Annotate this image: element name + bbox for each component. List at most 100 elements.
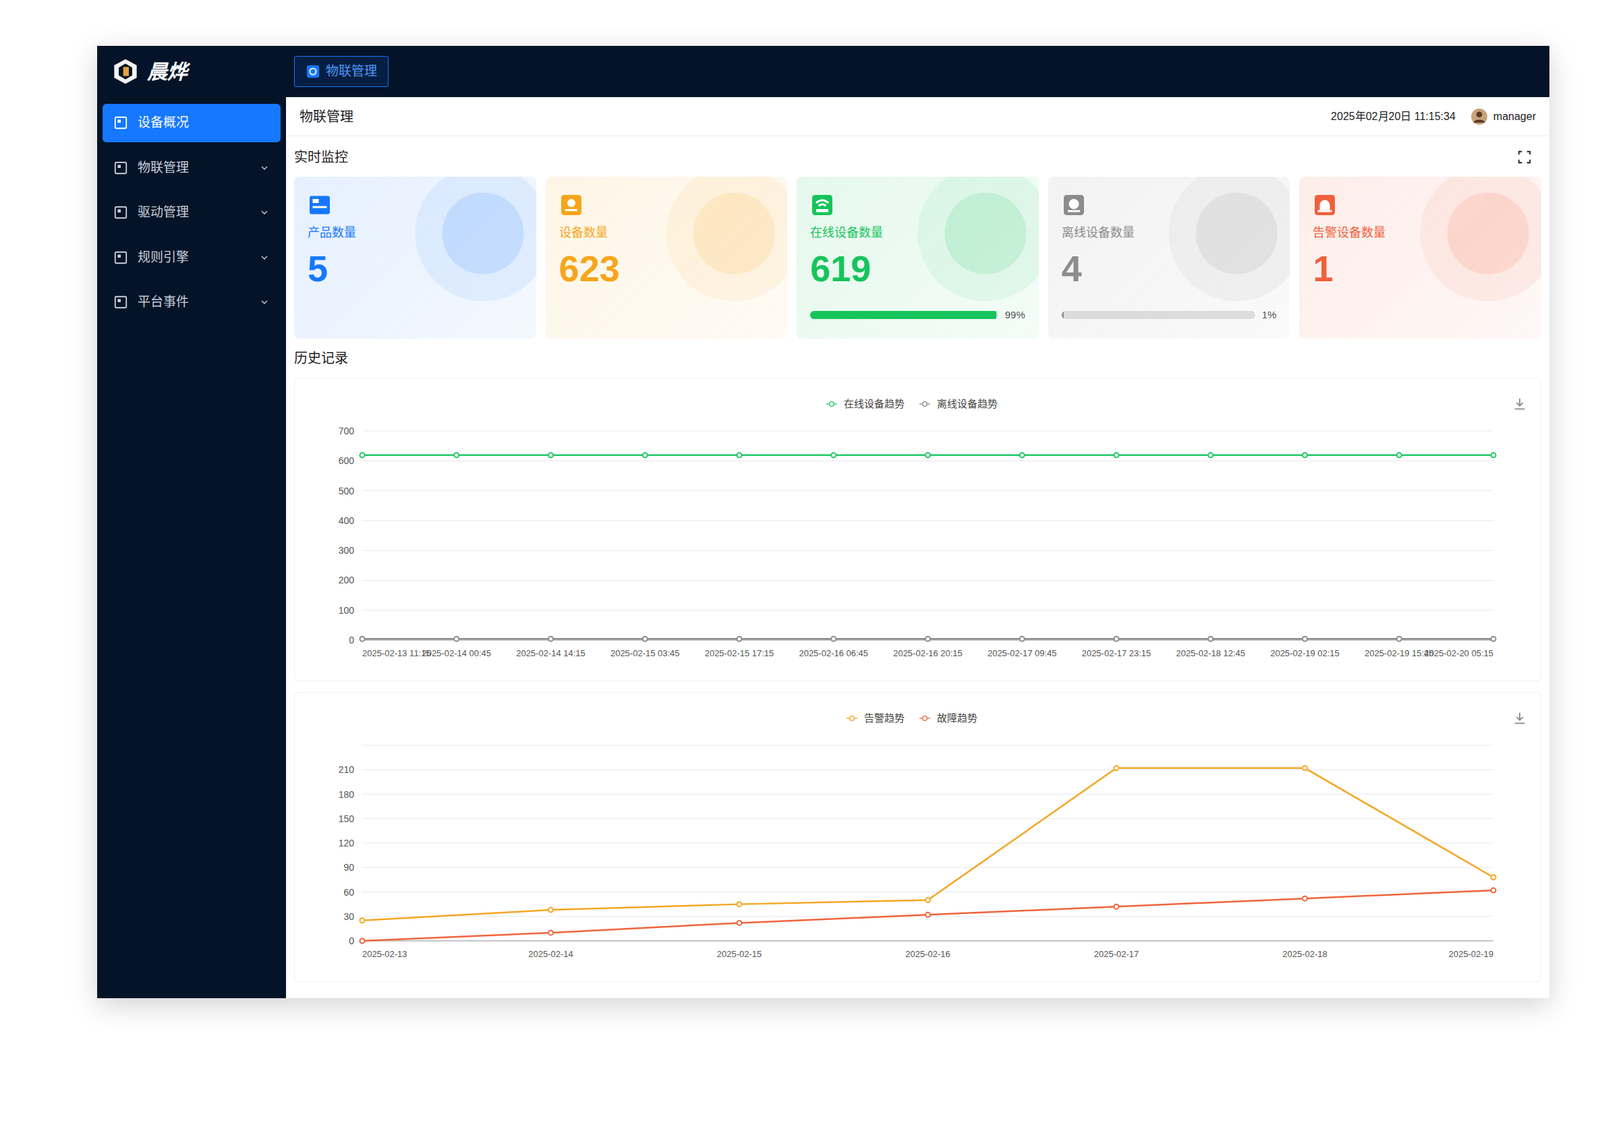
download-icon[interactable] (1512, 396, 1528, 412)
x-tick: 2025-02-15 17:15 (704, 648, 775, 659)
top-bar: 晨烨 物联管理 (97, 45, 1550, 98)
data-point[interactable] (1114, 904, 1120, 910)
stat-label: 产品数量 (307, 223, 523, 243)
data-point[interactable] (453, 452, 459, 458)
sidebar-label[interactable]: 平台事件 (137, 292, 250, 313)
legend-marker-icon (916, 398, 933, 410)
data-point[interactable] (1302, 896, 1308, 902)
data-point[interactable] (831, 452, 836, 458)
data-point[interactable] (548, 907, 554, 913)
legend-item[interactable]: 告警趋势 (843, 710, 905, 727)
legend-label[interactable]: 离线设备趋势 (936, 396, 998, 413)
data-point[interactable] (1302, 452, 1308, 458)
data-point[interactable] (1396, 452, 1402, 458)
y-tick: 100 (338, 605, 355, 616)
data-point[interactable] (737, 920, 742, 926)
y-tick: 30 (343, 911, 355, 923)
y-tick: 300 (338, 545, 355, 556)
x-tick: 2025-02-16 (905, 949, 951, 960)
sidebar-item[interactable]: 设备概况 (102, 103, 281, 143)
legend-label[interactable]: 告警趋势 (864, 710, 905, 727)
data-point[interactable] (548, 636, 554, 642)
legend-item[interactable]: 故障趋势 (916, 710, 978, 727)
data-point[interactable] (360, 636, 365, 642)
data-point[interactable] (925, 897, 931, 903)
top-tab-label[interactable]: 物联管理 (325, 62, 378, 82)
brand-name: 晨烨 (147, 56, 188, 88)
x-tick: 2025-02-14 14:15 (516, 648, 586, 659)
grid-line (362, 490, 1494, 492)
grid-line (362, 550, 1494, 552)
data-point[interactable] (737, 901, 742, 907)
sidebar-item[interactable]: 物联管理 (102, 149, 281, 188)
sidebar-label[interactable]: 规则引擎 (137, 248, 250, 268)
legend-marker-icon (916, 712, 933, 724)
main-area: 物联管理2025年02月20日 11:15:34manager 实时监控 产品数… (286, 97, 1550, 999)
data-point[interactable] (1491, 874, 1497, 880)
data-point[interactable] (1491, 636, 1497, 642)
sidebar-item[interactable]: 驱动管理 (102, 193, 281, 233)
data-point[interactable] (1114, 765, 1120, 771)
data-point[interactable] (1114, 452, 1120, 458)
legend-item[interactable]: 离线设备趋势 (916, 396, 998, 413)
data-point[interactable] (1114, 636, 1120, 642)
data-point[interactable] (360, 918, 365, 923)
x-tick: 2025-02-18 (1282, 949, 1328, 960)
grid-line (362, 520, 1494, 521)
legend-item[interactable]: 在线设备趋势 (823, 396, 905, 413)
iot-icon (305, 64, 321, 79)
progress-track (1061, 310, 1256, 320)
data-point[interactable] (925, 636, 931, 642)
data-point[interactable] (1208, 636, 1213, 642)
fullscreen-icon[interactable] (1517, 149, 1532, 165)
stat-card: 离线设备数量41% (1048, 176, 1291, 339)
data-point[interactable] (737, 452, 742, 458)
x-tick: 2025-02-19 15:45 (1364, 648, 1435, 659)
x-tick: 2025-02-13 (362, 949, 408, 960)
data-point[interactable] (1396, 636, 1402, 642)
x-tick: 2025-02-14 (528, 949, 574, 960)
device-icon (559, 192, 584, 218)
data-point[interactable] (360, 938, 365, 944)
sidebar: 设备概况物联管理驱动管理规则引擎平台事件 (97, 97, 287, 999)
stat-label: 设备数量 (559, 223, 775, 243)
line-chart: 03060901201501802102025-02-132025-02-142… (308, 731, 1528, 975)
legend-label[interactable]: 故障趋势 (936, 710, 978, 727)
data-point[interactable] (548, 930, 554, 935)
sidebar-label[interactable]: 设备概况 (137, 113, 270, 133)
sidebar-item[interactable]: 平台事件 (102, 283, 281, 322)
data-point[interactable] (831, 636, 836, 642)
sidebar-label[interactable]: 物联管理 (137, 158, 250, 179)
data-point[interactable] (453, 636, 459, 642)
data-point[interactable] (1302, 636, 1308, 642)
data-point[interactable] (1019, 452, 1025, 458)
brand: 晨烨 (97, 56, 287, 88)
top-tab[interactable]: 物联管理 (294, 55, 389, 88)
charts: 在线设备趋势离线设备趋势01002003004005006007002025-0… (294, 377, 1542, 983)
data-point[interactable] (1491, 452, 1497, 458)
offline-icon (1061, 192, 1087, 218)
data-point[interactable] (925, 912, 931, 918)
grid-line (362, 745, 1494, 747)
sidebar-label[interactable]: 驱动管理 (137, 203, 250, 223)
user-name[interactable]: manager (1493, 108, 1536, 125)
data-point[interactable] (642, 636, 648, 642)
grid-line (362, 580, 1494, 581)
data-point[interactable] (737, 636, 742, 642)
legend-label[interactable]: 在线设备趋势 (843, 396, 905, 413)
chart-card: 在线设备趋势离线设备趋势01002003004005006007002025-0… (294, 377, 1542, 682)
data-point[interactable] (642, 452, 648, 458)
data-point[interactable] (925, 452, 931, 458)
data-point[interactable] (360, 452, 365, 458)
user-menu[interactable]: manager (1470, 107, 1536, 126)
data-point[interactable] (1208, 452, 1213, 458)
data-point[interactable] (1302, 765, 1308, 771)
stat-card: 告警设备数量1 (1299, 176, 1542, 339)
download-icon[interactable] (1512, 710, 1528, 726)
sidebar-item[interactable]: 规则引擎 (102, 238, 281, 278)
x-tick: 2025-02-13 11:15 (362, 648, 432, 659)
page-title: 物联管理 (299, 106, 354, 127)
data-point[interactable] (1019, 636, 1025, 642)
data-point[interactable] (1491, 888, 1497, 894)
data-point[interactable] (548, 452, 554, 458)
